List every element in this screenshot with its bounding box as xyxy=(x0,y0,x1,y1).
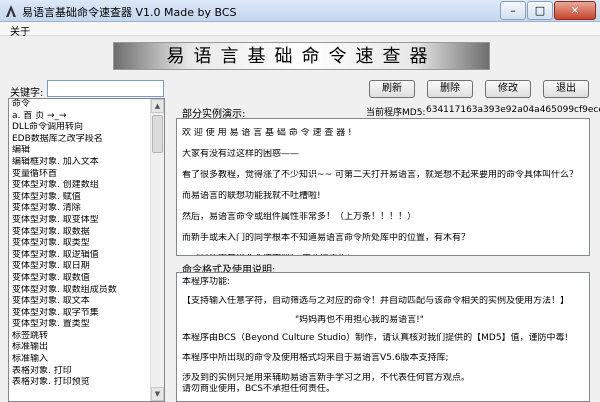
scroll-up-icon[interactable]: ▲ xyxy=(151,99,164,113)
usage-line: "妈妈再也不用担心我的易语言!" xyxy=(295,315,424,325)
list-item[interactable]: EDB数据库之改字段名 xyxy=(9,134,164,146)
usage-line: 本程序中所出现的命令及使用格式均来自于易语言V5.6版本支持库; xyxy=(182,353,449,363)
list-item[interactable]: 标准输入 xyxy=(9,354,164,366)
app-icon xyxy=(6,5,16,17)
scroll-thumb[interactable] xyxy=(152,115,163,153)
list-item[interactable]: 变体型对象. 取数值 xyxy=(9,273,164,285)
list-item[interactable]: 变体型对象. 取逻辑值 xyxy=(9,250,164,262)
command-list[interactable]: 命令 a. 首 页 →_→ DLL命令调用转向 EDB数据库之改字段名 编辑 编辑框对象.… xyxy=(8,98,165,402)
list-item[interactable]: 变体型对象. 取日期 xyxy=(9,261,164,273)
exit-button[interactable]: 退出 xyxy=(543,80,589,98)
list-item[interactable]: 变体型对象. 取字节集 xyxy=(9,308,164,320)
scroll-down-icon[interactable]: ▼ xyxy=(151,387,164,401)
command-list-items: 命令 a. 首 页 →_→ DLL命令调用转向 EDB数据库之改字段名 编辑 编辑框对象.… xyxy=(9,99,164,389)
examples-line: 《易语言基础命令速查器》 应此运而生! xyxy=(177,254,589,255)
maximize-button[interactable]: □ xyxy=(527,1,553,20)
list-column-header[interactable]: 命令 xyxy=(9,99,164,111)
usage-line: 请勿商业使用，BCS不承担任何责任。 xyxy=(182,384,336,394)
usage-line: 本程序由BCS（Beyond Culture Studio）制作，请认真核对我们… xyxy=(182,333,569,343)
list-item[interactable]: 变量循环首 xyxy=(9,169,164,181)
list-item[interactable]: 表格对象. 打印预览 xyxy=(9,377,164,389)
search-input[interactable] xyxy=(47,80,164,97)
window-controls: – □ ✕ xyxy=(499,1,596,20)
banner: 易语言基础命令速查器 xyxy=(113,42,490,70)
list-item[interactable]: 变体型对象. 取数据 xyxy=(9,227,164,239)
examples-text-box[interactable]: 欢 迎 使 用 易 语 言 基 础 命 令 速 查 器 ! 大家有没有过这样的困惑… xyxy=(176,118,590,256)
list-scrollbar[interactable]: ▲ ▼ xyxy=(150,99,164,401)
usage-line: 涉及到的实例只是用来辅助易语言新手学习之用，不代表任何官方观点。 xyxy=(182,373,471,383)
examples-line: 而新手或未入门的同学根本不知道易语言命令所处库中的位置，有木有？ xyxy=(182,233,471,243)
list-item[interactable]: 编辑 xyxy=(9,145,164,157)
window-title: 易语言基础命令速查器 V1.0 Made by BCS xyxy=(22,6,237,19)
list-item[interactable]: 标准输出 xyxy=(9,342,164,354)
list-item[interactable]: 变体型对象. 置类型 xyxy=(9,319,164,331)
usage-text-box[interactable]: 本程序功能: 【支持输入任意字符，自动筛选与之对应的命令！并自动匹配与该命令相关的… xyxy=(176,272,590,402)
menu-about[interactable]: 关于 xyxy=(10,23,30,38)
list-item[interactable]: 标签跳转 xyxy=(9,331,164,343)
examples-line: 然后，易语言命令或组件属性非常多！（上万条！！！！） xyxy=(182,212,417,222)
usage-lines: 本程序功能: 【支持输入任意字符，自动筛选与之对应的命令！并自动匹配与该命令相关的… xyxy=(177,277,589,401)
usage-line: 【支持输入任意字符，自动筛选与之对应的命令！并自动匹配与该命令相关的实例及使用方… xyxy=(182,296,570,306)
list-item[interactable]: 变体型对象. 创建数组 xyxy=(9,180,164,192)
edit-button[interactable]: 修改 xyxy=(485,80,531,98)
list-item[interactable]: 编辑框对象. 加入文本 xyxy=(9,157,164,169)
examples-line: 大家有没有过这样的困惑—— xyxy=(182,149,300,159)
title-bar[interactable]: 易语言基础命令速查器 V1.0 Made by BCS – □ ✕ xyxy=(0,0,600,22)
menu-bar: 关于 xyxy=(0,22,600,38)
usage-line: 本程序功能: xyxy=(182,277,231,287)
search-label: 关键字: xyxy=(10,88,44,99)
minimize-button[interactable]: – xyxy=(500,1,526,20)
examples-lines: 欢 迎 使 用 易 语 言 基 础 命 令 速 查 器 ! 大家有没有过这样的困惑… xyxy=(177,128,589,255)
examples-line: 而易语言的联想功能我就不吐槽啦! xyxy=(182,191,321,201)
refresh-button[interactable]: 刷新 xyxy=(369,80,415,98)
list-item[interactable]: 变体型对象. 取类型 xyxy=(9,238,164,250)
md5-label: 当前程序MD5: xyxy=(366,108,426,118)
list-item[interactable]: DLL命令调用转向 xyxy=(9,122,164,134)
list-item[interactable]: a. 首 页 →_→ xyxy=(9,111,164,123)
examples-line: 看了很多教程，觉得涨了不少知识~~ 可第二天打开易语言，就是想不起来要用的命令具… xyxy=(182,170,578,180)
list-item[interactable]: 变体型对象. 取变体型 xyxy=(9,215,164,227)
md5-value: 634117163a393e92a04a465099cf9ece xyxy=(426,105,600,115)
delete-button[interactable]: 删除 xyxy=(427,80,473,98)
list-item[interactable]: 变体型对象. 取文本 xyxy=(9,296,164,308)
list-item[interactable]: 变体型对象. 赋值 xyxy=(9,192,164,204)
list-item[interactable]: 表格对象. 打印 xyxy=(9,366,164,378)
banner-title: 易语言基础命令速查器 xyxy=(166,46,437,67)
list-item[interactable]: 变体型对象. 清除 xyxy=(9,203,164,215)
close-button[interactable]: ✕ xyxy=(554,1,596,20)
list-item[interactable]: 变体型对象. 取数组成员数 xyxy=(9,285,164,297)
examples-line: 欢 迎 使 用 易 语 言 基 础 命 令 速 查 器 ! xyxy=(182,128,352,138)
